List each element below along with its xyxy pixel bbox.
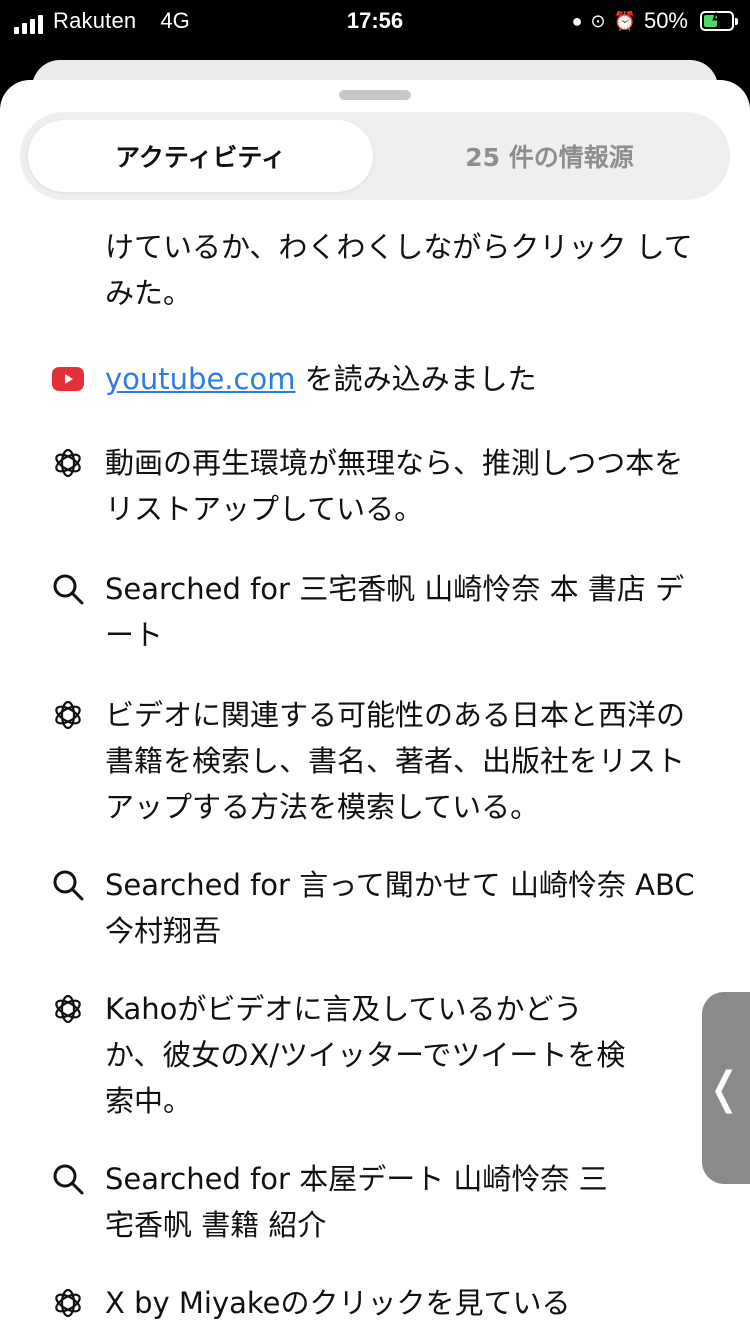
list-item-text: Kahoがビデオに言及しているかどうか、彼女のX/ツイッターでツイートを検索中。 [105,992,626,1118]
activity-feed[interactable]: けているか、わくわくしながらクリック してみた。 youtube.com を読み… [0,208,750,1334]
list-item-text: けているか、わくわくしながらクリック してみた。 [105,230,693,310]
youtube-link[interactable]: youtube.com [105,362,295,396]
side-panel-handle[interactable]: ❬ [702,992,750,1184]
battery-icon: ϟ [700,10,738,31]
charging-bolt-icon: ϟ [712,10,722,30]
list-item-text: Searched for 三宅香帆 山崎怜奈 本 書店 デート [105,572,685,652]
openai-icon [50,697,86,733]
list-item-text: Searched for 言って聞かせて 山崎怜奈 ABC 今村翔吾 [105,868,695,948]
list-item-text: 動画の再生環境が無理なら、推測しつつ本をリストアップしている。 [105,446,684,526]
chevron-left-icon: ❬ [705,1062,743,1114]
sheet-grabber[interactable] [339,90,411,100]
list-item-text: を読み込みました [295,362,537,396]
battery-percent: 50% [643,8,688,33]
search-icon [50,1161,86,1197]
status-bar: Rakuten 4G 17:56 ● ⊙ ⏰ 50% ϟ [0,0,750,44]
alarm-icon: ⏰ [613,11,636,31]
openai-icon [50,445,86,481]
activity-sheet: アクティビティ 25 件の情報源 けているか、わくわくしながらクリック してみた… [0,80,750,1334]
person-icon: ● [571,11,583,31]
openai-icon [50,1285,86,1321]
tab-sources[interactable]: 25 件の情報源 [377,120,722,192]
search-icon [50,867,86,903]
search-icon [50,571,86,607]
list-item-text: ビデオに関連する可能性のある日本と西洋の書籍を検索し、書名、著者、出版社をリスト… [105,698,686,824]
list-item-text: X by Miyakeのクリックを見ている [105,1286,571,1320]
list-item-text: Searched for 本屋デート 山崎怜奈 三宅香帆 書籍 紹介 [105,1162,608,1242]
youtube-icon [50,361,86,397]
clipped-line [105,208,705,224]
segmented-tabs: アクティビティ 25 件の情報源 [20,112,730,200]
openai-icon [50,991,86,1027]
tab-activity[interactable]: アクティビティ [28,120,373,192]
rotation-lock-icon: ⊙ [590,11,606,31]
